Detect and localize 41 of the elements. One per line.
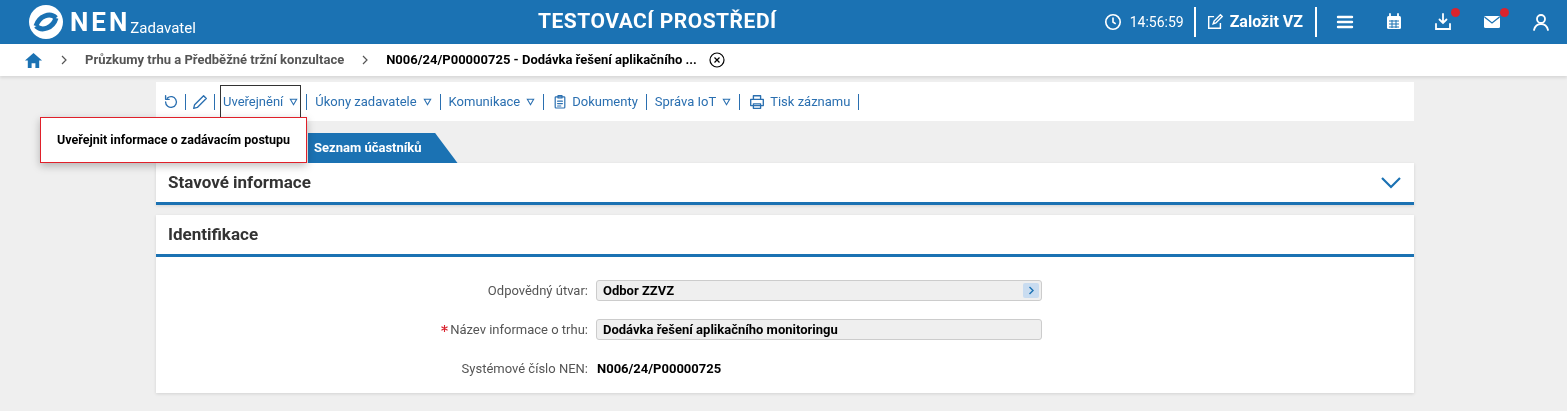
expand-chevron-icon[interactable] — [1380, 175, 1402, 190]
edit-icon — [1205, 13, 1224, 31]
breadcrumb-link[interactable]: N006/24/P00000725 - Dodávka řešení aplikačního ... — [386, 50, 697, 70]
clock-time: 14:56:59 — [1129, 12, 1184, 32]
download-icon[interactable] — [1433, 12, 1453, 32]
caret-icon — [422, 97, 432, 106]
field-label: Název informace o trhu: — [450, 320, 588, 339]
input-field[interactable]: Dodávka řešení aplikačního monitoringu — [596, 319, 1042, 340]
chevron-icon — [59, 55, 69, 65]
section-title: Stavové informace — [168, 170, 311, 194]
menu-button[interactable]: Správa IoT — [651, 84, 735, 119]
create-tender-button[interactable]: Založit VZ — [1205, 10, 1303, 34]
toolbar-button[interactable]: Tisk záznamu — [745, 84, 854, 119]
caret-icon — [722, 97, 732, 106]
calendar-icon[interactable] — [1384, 12, 1404, 32]
breadcrumb-link[interactable]: Průzkumy trhu a Předběžné tržní konzultace — [85, 50, 345, 70]
field-label: Systémové číslo NEN: — [461, 359, 588, 378]
field-label: Odpovědný útvar: — [487, 281, 588, 300]
caret-icon — [289, 97, 299, 106]
home-icon[interactable] — [24, 50, 43, 70]
menu-button[interactable]: Úkony zadavatele — [312, 84, 435, 119]
logo-subtitle: Zadavatel — [130, 17, 196, 39]
logo-text: NEN — [70, 9, 131, 35]
required-icon — [441, 324, 449, 332]
environment-title: TESTOVACÍ PROSTŘEDÍ — [538, 8, 777, 36]
pencil-icon[interactable] — [191, 92, 209, 111]
logo-icon — [28, 4, 64, 40]
user-icon[interactable] — [1531, 12, 1551, 32]
printer-icon — [748, 92, 767, 111]
field-value: N006/24/P00000725 — [596, 359, 722, 378]
lookup-field[interactable]: Odbor ZZVZ — [596, 280, 1042, 301]
section-title: Identifikace — [168, 222, 259, 246]
dropdown-item[interactable]: Uveřejnit informace o zadávacím postupu — [41, 122, 306, 158]
caret-icon — [526, 97, 536, 106]
close-icon[interactable] — [708, 52, 725, 68]
menu-button[interactable]: Komunikace — [445, 84, 539, 119]
clock-icon — [1103, 13, 1122, 31]
refresh-icon[interactable] — [162, 92, 180, 111]
tab[interactable]: Seznam účastníků — [308, 133, 458, 163]
toolbar-button[interactable]: Dokumenty — [549, 84, 641, 119]
chevron-icon[interactable] — [1023, 283, 1039, 298]
